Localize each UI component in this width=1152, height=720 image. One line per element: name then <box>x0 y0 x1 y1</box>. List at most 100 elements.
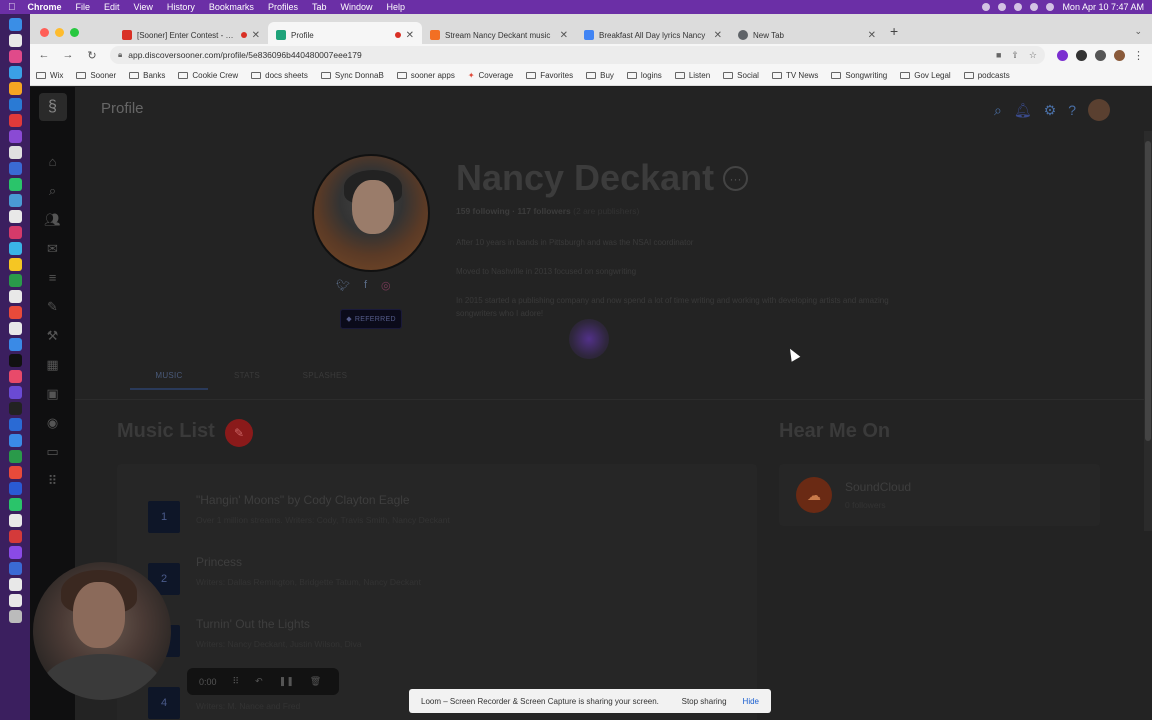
home-icon[interactable]: ⌂ <box>38 147 68 176</box>
gavel-icon[interactable]: ⚒ <box>38 321 68 350</box>
bookmark-folder[interactable]: Listen <box>674 71 710 80</box>
bookmark-folder[interactable]: Banks <box>129 71 165 80</box>
close-icon[interactable]: ✕ <box>714 30 722 41</box>
app-icon[interactable] <box>8 258 22 271</box>
app-icon[interactable] <box>8 578 22 591</box>
chat-icon[interactable]: ▭ <box>38 437 68 466</box>
app-icon[interactable] <box>8 210 22 223</box>
track-title[interactable]: Princess <box>196 555 242 569</box>
bookmark-folder[interactable]: Cookie Crew <box>178 71 238 80</box>
follow-stats[interactable]: 159 following · 117 followers (2 are pub… <box>456 206 639 216</box>
page-scrollbar[interactable] <box>1144 131 1152 531</box>
list-item[interactable]: 3 Turnin' Out the Lights Writers: Nancy … <box>148 617 748 667</box>
chrome-icon[interactable] <box>8 82 22 95</box>
search-icon[interactable] <box>1030 3 1039 11</box>
forward-icon[interactable]: → <box>62 49 74 61</box>
bookmark-folder[interactable]: podcasts <box>963 71 1010 80</box>
scrollbar-thumb[interactable] <box>1145 141 1151 441</box>
menu-tab[interactable]: Tab <box>312 2 327 12</box>
control-center-icon[interactable] <box>1046 3 1055 11</box>
bookmark-link[interactable]: ✦ Coverage <box>468 71 513 80</box>
platform-name[interactable]: SoundCloud <box>845 480 911 494</box>
extension-icon[interactable] <box>1057 49 1068 61</box>
music-icon[interactable] <box>8 370 22 383</box>
app-icon[interactable] <box>8 98 22 111</box>
search-icon[interactable]: ⌕ <box>994 102 1002 119</box>
grid-icon[interactable]: ⠿ <box>233 676 240 687</box>
tab-search-icon[interactable]: ⌄ <box>1134 26 1142 37</box>
app-icon[interactable] <box>8 402 22 415</box>
safari-icon[interactable] <box>8 66 22 79</box>
tab-stats[interactable]: STATS <box>208 371 286 390</box>
hear-me-on-panel[interactable]: ☁ SoundCloud 0 followers <box>779 464 1100 526</box>
messages-icon[interactable] <box>8 178 22 191</box>
account-icon[interactable]: ◉ <box>38 408 68 437</box>
app-icon[interactable] <box>8 242 22 255</box>
loom-icon[interactable] <box>8 546 22 559</box>
stop-sharing-button[interactable]: Stop sharing <box>682 697 727 706</box>
app-icon[interactable] <box>8 50 22 63</box>
app-icon[interactable] <box>8 562 22 575</box>
bookmark-folder[interactable]: Wix <box>36 71 63 80</box>
undo-icon[interactable]: ↶ <box>255 676 263 687</box>
app-icon[interactable] <box>8 514 22 527</box>
finder-icon[interactable] <box>8 18 22 31</box>
excel-icon[interactable] <box>8 450 22 463</box>
calendar-icon[interactable]: ▦ <box>38 350 68 379</box>
appletv-icon[interactable] <box>8 354 22 367</box>
app-icon[interactable] <box>8 434 22 447</box>
playlist-add-icon[interactable]: ≡ <box>38 263 68 292</box>
close-icon[interactable]: ✕ <box>868 30 876 41</box>
app-icon[interactable] <box>8 594 22 607</box>
search-icon[interactable]: ⌕ <box>38 176 68 205</box>
maximize-window-icon[interactable] <box>70 28 79 37</box>
profile-avatar[interactable] <box>1114 49 1125 61</box>
library-icon[interactable]: ▣ <box>38 379 68 408</box>
bookmark-folder[interactable]: sooner apps <box>396 71 455 80</box>
camera-icon[interactable]: ■ <box>996 50 1001 61</box>
help-icon[interactable]: ? <box>1068 102 1076 118</box>
kebab-menu-icon[interactable]: ⋮ <box>1133 49 1144 62</box>
menu-app-name[interactable]: Chrome <box>28 2 62 12</box>
app-icon[interactable] <box>8 306 22 319</box>
app-icon[interactable] <box>8 114 22 127</box>
loom-webcam-bubble[interactable] <box>33 562 171 700</box>
list-item[interactable]: 2 Princess Writers: Dallas Remington, Br… <box>148 555 748 605</box>
menu-history[interactable]: History <box>167 2 195 12</box>
bookmark-folder[interactable]: Favorites <box>526 71 573 80</box>
app-icon[interactable] <box>8 194 22 207</box>
menu-bookmarks[interactable]: Bookmarks <box>209 2 254 12</box>
url-text[interactable]: app.discoversooner.com/profile/5e836096b… <box>128 50 361 60</box>
podcasts-icon[interactable] <box>8 386 22 399</box>
powerpoint-icon[interactable] <box>8 466 22 479</box>
address-bar[interactable]: 🔒︎ app.discoversooner.com/profile/5e8360… <box>110 46 1045 64</box>
status-icon[interactable] <box>998 3 1007 11</box>
calendar-icon[interactable] <box>8 322 22 335</box>
menu-file[interactable]: File <box>76 2 91 12</box>
bookmark-folder[interactable]: Sooner <box>76 71 116 80</box>
tab-music[interactable]: MUSIC <box>130 371 208 390</box>
edit-icon[interactable]: ✎ <box>38 292 68 321</box>
bookmark-folder[interactable]: Buy <box>586 71 614 80</box>
word-icon[interactable] <box>8 482 22 495</box>
pause-icon[interactable]: ❚❚ <box>279 676 294 687</box>
spotify-icon[interactable] <box>8 498 22 511</box>
mail-icon[interactable]: ✉ <box>38 234 68 263</box>
close-icon[interactable]: ✕ <box>406 30 414 41</box>
share-icon[interactable]: ⇪ <box>1011 50 1019 61</box>
bookmark-star-icon[interactable]: ☆ <box>1029 50 1037 61</box>
follow-counts[interactable]: 159 following · 117 followers <box>456 206 571 216</box>
people-icon[interactable]: 👥︎ <box>38 205 68 234</box>
tab-splashes[interactable]: SPLASHES <box>286 371 364 390</box>
minimize-window-icon[interactable] <box>55 28 64 37</box>
facebook-icon[interactable]: f <box>364 279 367 292</box>
bookmark-folder[interactable]: Songwriting <box>831 71 887 80</box>
trash-icon[interactable] <box>8 610 22 623</box>
track-title[interactable]: Turnin' Out the Lights <box>196 617 310 631</box>
more-options-button[interactable]: ··· <box>723 166 748 191</box>
notifications-bell-icon[interactable]: 🔔︎ <box>1014 102 1032 119</box>
menu-help[interactable]: Help <box>386 2 405 12</box>
new-tab-button[interactable]: + <box>890 23 898 39</box>
trash-icon[interactable]: 🗑︎ <box>310 676 321 687</box>
instagram-icon[interactable]: ◎ <box>381 279 391 292</box>
